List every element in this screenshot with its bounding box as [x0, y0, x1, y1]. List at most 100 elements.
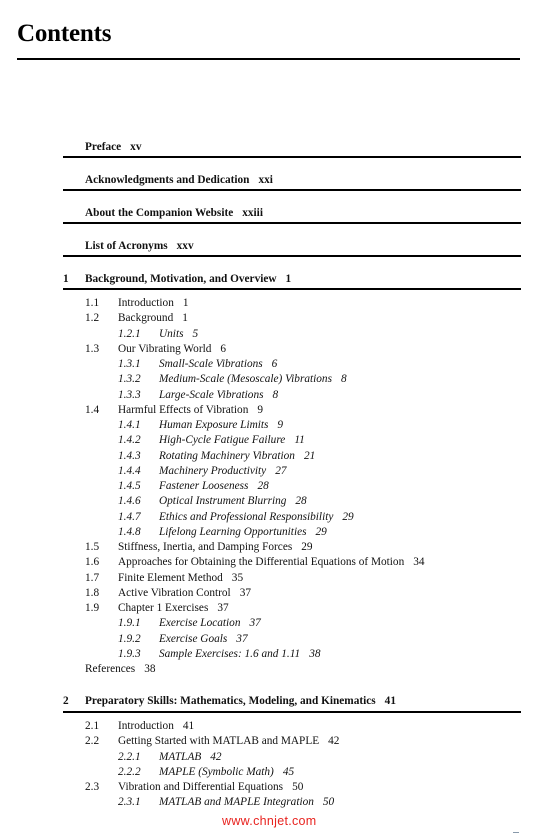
section-page: 29 — [342, 510, 354, 523]
toc-subsection[interactable]: 1.4.4 Machinery Productivity 27 — [118, 464, 286, 478]
section-page: 27 — [275, 464, 287, 477]
entry-title: About the Companion Website — [85, 207, 234, 219]
section-page: 21 — [303, 449, 316, 462]
entry-page: 38 — [144, 663, 156, 675]
section-title: Finite Element Method — [118, 571, 223, 584]
section-number: 1.4.4 — [118, 464, 141, 477]
section-title: Exercise Goals — [159, 632, 228, 645]
section-rule — [63, 189, 521, 191]
toc-section[interactable]: 1.4 Harmful Effects of Vibration 9 — [85, 403, 263, 417]
section-page: 34 — [413, 556, 425, 569]
toc-subsection[interactable]: 1.9.3 Sample Exercises: 1.6 and 1.11 38 — [118, 647, 320, 661]
entry-page: xxv — [176, 240, 194, 252]
toc-subsection[interactable]: 1.4.6 Optical Instrument Blurring 28 — [118, 494, 307, 508]
section-number: 1.6 — [85, 556, 100, 569]
entry-title: List of Acronyms — [85, 240, 168, 252]
section-title: Harmful Effects of Vibration — [118, 403, 249, 416]
section-title: Sample Exercises: 1.6 and 1.11 — [159, 647, 301, 660]
section-title: MATLAB — [159, 750, 202, 763]
section-page: 29 — [301, 541, 313, 553]
toc-subsection[interactable]: 1.4.3 Rotating Machinery Vibration 21 — [118, 449, 315, 463]
toc-section[interactable]: 2.3 Vibration and Differential Equations 5… — [85, 780, 303, 794]
toc-section[interactable]: 1.8 Active Vibration Control 37 — [85, 586, 251, 600]
section-rule — [63, 156, 521, 158]
section-page: 5 — [192, 327, 199, 340]
section-title: Our Vibrating World — [118, 342, 212, 355]
chapter-page: 41 — [384, 695, 396, 707]
entry-page: xxi — [258, 174, 273, 186]
toc-subsection[interactable]: 2.2.2 MAPLE (Symbolic Math) 45 — [118, 765, 294, 779]
section-page: 50 — [292, 781, 304, 793]
section-title: Background — [118, 312, 174, 325]
toc-section[interactable]: 1.7 Finite Element Method 35 — [85, 571, 243, 585]
chapter-heading-1[interactable]: 1 Background, Motivation, and Overview 1 — [63, 273, 291, 285]
section-title: Exercise Location — [159, 617, 241, 630]
section-title: Chapter 1 Exercises — [118, 602, 209, 614]
toc-section[interactable]: 1.5 Stiffness, Inertia, and Damping Force… — [85, 540, 313, 554]
toc-subsection[interactable]: 1.2.1 Units 5 — [118, 327, 198, 341]
section-number: 1.7 — [85, 571, 100, 584]
section-title: Introduction — [118, 720, 174, 732]
section-title: Active Vibration Control — [118, 586, 231, 599]
corner-mark — [513, 832, 519, 833]
section-page: 6 — [271, 358, 278, 370]
section-page: 11 — [294, 434, 305, 447]
toc-subsection[interactable]: 2.3.1 MATLAB and MAPLE Integration 50 — [118, 795, 334, 809]
section-number: 1.9.3 — [118, 647, 141, 660]
toc-section[interactable]: 1.2 Background 1 — [85, 311, 188, 325]
toc-entry-acknowledgments[interactable]: Acknowledgments and Dedication xxi — [85, 174, 273, 186]
section-page: 28 — [257, 480, 269, 492]
toc-subsection[interactable]: 1.9.1 Exercise Location 37 — [118, 616, 261, 630]
toc-section[interactable]: 1.3 Our Vibrating World 6 — [85, 342, 226, 356]
section-page: 50 — [322, 796, 335, 809]
section-title: Units — [159, 327, 184, 340]
toc-subsection[interactable]: 1.3.3 Large-Scale Vibrations 8 — [118, 388, 278, 402]
section-title: Getting Started with MATLAB and MAPLE — [118, 735, 320, 748]
toc-subsection[interactable]: 2.2.1 MATLAB 42 — [118, 750, 222, 764]
section-title: Human Exposure Limits — [159, 419, 269, 431]
chapter-heading-2[interactable]: 2 Preparatory Skills: Mathematics, Modeli… — [63, 695, 396, 707]
section-number: 2.2 — [85, 735, 100, 748]
toc-section[interactable]: 2.2 Getting Started with MATLAB and MAPLE… — [85, 734, 339, 748]
title-rule — [17, 58, 520, 60]
chapter-title: Preparatory Skills: Mathematics, Modelin… — [85, 695, 376, 707]
toc-section[interactable]: 1.1 Introduction 1 — [85, 296, 189, 310]
section-title: Lifelong Learning Opportunities — [159, 525, 307, 538]
section-page: 37 — [236, 632, 248, 645]
section-number: 1.2 — [85, 312, 100, 325]
toc-section[interactable]: 1.6 Approaches for Obtaining the Differen… — [85, 555, 425, 569]
chapter-page: 1 — [285, 273, 292, 285]
entry-title: Preface — [85, 141, 122, 153]
toc-entry-preface[interactable]: Preface xv — [85, 141, 141, 153]
toc-subsection[interactable]: 1.3.2 Medium-Scale (Mesoscale) Vibrations… — [118, 372, 347, 386]
references-entry[interactable]: References 38 — [85, 662, 155, 676]
section-title: Small-Scale Vibrations — [159, 358, 263, 370]
section-page: 1 — [182, 312, 188, 325]
section-page: 42 — [328, 735, 340, 748]
chapter-title: Background, Motivation, and Overview — [85, 273, 277, 285]
toc-subsection[interactable]: 1.4.8 Lifelong Learning Opportunities 29 — [118, 525, 327, 539]
section-number: 1.1 — [85, 297, 100, 309]
section-page: 1 — [182, 297, 189, 309]
section-title: MATLAB and MAPLE Integration — [159, 796, 314, 809]
section-page: 28 — [295, 495, 307, 508]
toc-entry-companion-website[interactable]: About the Companion Website xxiii — [85, 207, 263, 219]
section-number: 1.4.2 — [118, 434, 141, 447]
page-title: Contents — [17, 20, 112, 47]
entry-page: xv — [130, 141, 142, 153]
toc-section[interactable]: 2.1 Introduction 41 — [85, 719, 194, 733]
toc-subsection[interactable]: 1.9.2 Exercise Goals 37 — [118, 632, 248, 646]
toc-subsection[interactable]: 1.3.1 Small-Scale Vibrations 6 — [118, 357, 277, 371]
toc-subsection[interactable]: 1.4.2 High-Cycle Fatigue Failure 11 — [118, 433, 305, 447]
section-number: 1.4 — [85, 403, 100, 416]
section-page: 45 — [282, 765, 295, 778]
toc-subsection[interactable]: 1.4.7 Ethics and Professional Responsibil… — [118, 510, 354, 524]
toc-subsection[interactable]: 1.4.1 Human Exposure Limits 9 — [118, 418, 283, 432]
section-number: 1.3.3 — [118, 388, 141, 401]
toc-entry-acronyms[interactable]: List of Acronyms xxv — [85, 240, 194, 252]
section-title: MAPLE (Symbolic Math) — [159, 765, 274, 778]
chapter-number: 2 — [63, 695, 69, 707]
section-title: Introduction — [118, 297, 174, 309]
toc-subsection[interactable]: 1.4.5 Fastener Looseness 28 — [118, 479, 269, 493]
toc-section[interactable]: 1.9 Chapter 1 Exercises 37 — [85, 601, 229, 615]
